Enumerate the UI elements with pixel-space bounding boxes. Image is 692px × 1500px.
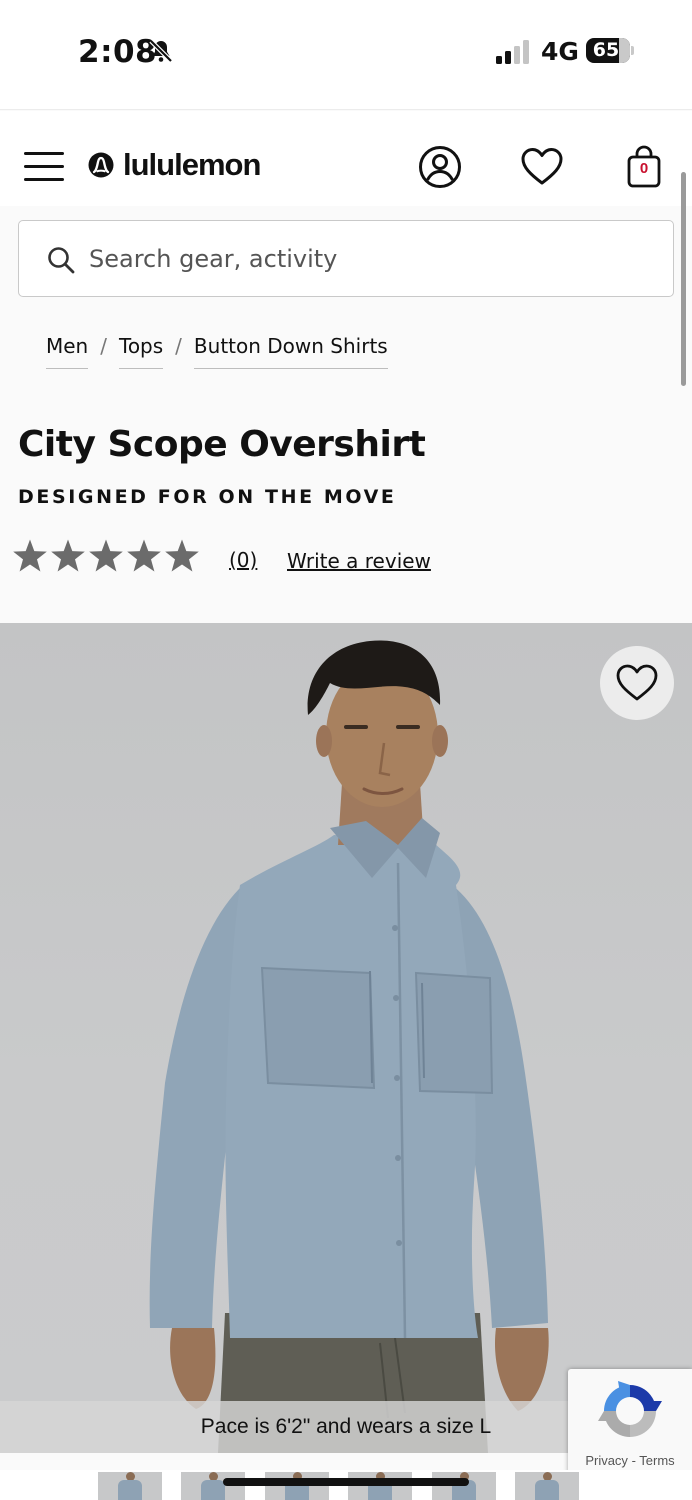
breadcrumb-men[interactable]: Men bbox=[46, 334, 89, 369]
battery-level: 65 bbox=[592, 39, 620, 61]
account-icon[interactable] bbox=[418, 145, 462, 189]
bag-button[interactable]: 0 bbox=[622, 145, 666, 189]
recaptcha-privacy-link[interactable]: Privacy bbox=[585, 1453, 628, 1468]
recaptcha-terms-link[interactable]: Terms bbox=[639, 1453, 674, 1468]
thumbnail-1[interactable] bbox=[98, 1472, 162, 1500]
home-indicator[interactable] bbox=[223, 1478, 469, 1486]
lululemon-logo-icon[interactable] bbox=[88, 152, 114, 178]
site-header: lululemon 0 bbox=[0, 111, 692, 206]
thumbnail-6[interactable] bbox=[515, 1472, 579, 1500]
star-icon bbox=[51, 539, 85, 572]
search-icon bbox=[48, 247, 75, 274]
search-bar[interactable] bbox=[18, 220, 674, 297]
model-photo bbox=[149, 640, 549, 1453]
status-time: 2:08 bbox=[78, 34, 158, 70]
breadcrumb-button-down-shirts[interactable]: Button Down Shirts bbox=[193, 334, 388, 369]
recaptcha-badge[interactable]: Privacy - Terms bbox=[568, 1369, 692, 1475]
recaptcha-links: Privacy - Terms bbox=[568, 1453, 692, 1468]
breadcrumb: Men / Tops / Button Down Shirts bbox=[46, 334, 388, 374]
battery-icon: 65 bbox=[586, 38, 630, 63]
search-input[interactable] bbox=[89, 237, 649, 281]
thumbnail-5[interactable] bbox=[432, 1472, 496, 1500]
add-to-wishlist-button[interactable] bbox=[600, 646, 674, 720]
battery-nub bbox=[631, 46, 634, 55]
network-type: 4G bbox=[541, 37, 579, 66]
heart-icon bbox=[616, 664, 658, 701]
scrollbar[interactable] bbox=[681, 172, 686, 386]
thumbnail-3[interactable] bbox=[265, 1472, 329, 1500]
review-count-link[interactable]: (0) bbox=[229, 548, 257, 572]
product-title: City Scope Overshirt bbox=[18, 424, 426, 465]
product-image[interactable]: Pace is 6'2" and wears a size L bbox=[0, 623, 692, 1453]
status-bar: 2:08 4G 65 bbox=[0, 0, 692, 110]
signal-icon bbox=[496, 40, 529, 64]
recaptcha-separator: - bbox=[631, 1453, 636, 1468]
recaptcha-icon bbox=[598, 1381, 662, 1437]
heart-icon[interactable] bbox=[520, 145, 564, 189]
brand-name[interactable]: lululemon bbox=[123, 147, 261, 183]
breadcrumb-separator: / bbox=[175, 334, 182, 358]
product-tagline: DESIGNED FOR ON THE MOVE bbox=[18, 486, 397, 508]
star-icon bbox=[127, 539, 161, 572]
thumbnail-4[interactable] bbox=[348, 1472, 412, 1500]
star-icon bbox=[13, 539, 47, 572]
write-review-link[interactable]: Write a review bbox=[287, 549, 431, 573]
star-rating[interactable] bbox=[12, 538, 200, 575]
bell-off-icon bbox=[149, 39, 173, 63]
star-icon bbox=[165, 539, 199, 572]
menu-icon[interactable] bbox=[24, 150, 64, 182]
thumbnail-2[interactable] bbox=[181, 1472, 245, 1500]
breadcrumb-separator: / bbox=[100, 334, 107, 358]
breadcrumb-tops[interactable]: Tops bbox=[119, 334, 164, 369]
bag-count: 0 bbox=[639, 160, 649, 177]
star-icon bbox=[89, 539, 123, 572]
